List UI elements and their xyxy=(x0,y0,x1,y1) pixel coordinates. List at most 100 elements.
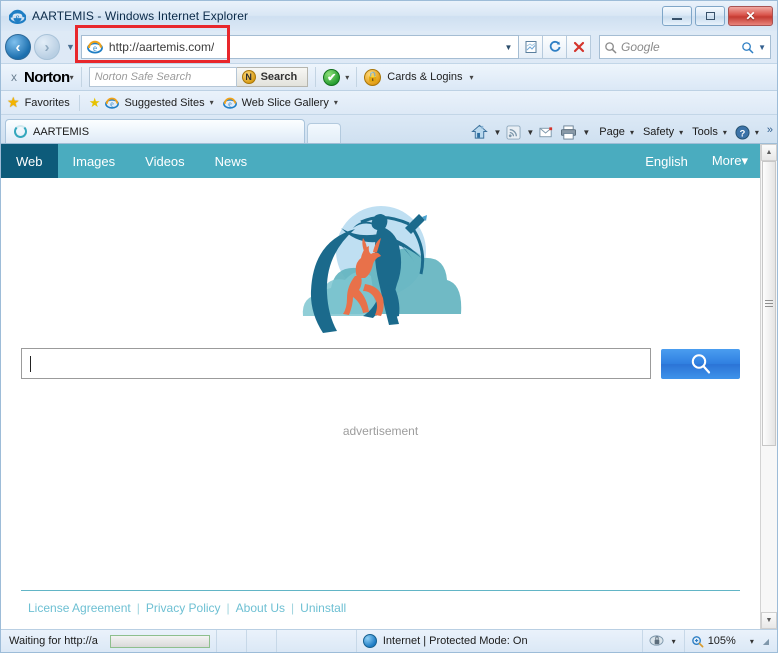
norton-search-button[interactable]: N Search xyxy=(236,67,309,87)
web-slice-gallery-label[interactable]: Web Slice Gallery xyxy=(242,97,329,109)
toolbar-divider-3 xyxy=(356,67,358,87)
home-icon[interactable] xyxy=(471,124,489,140)
favorites-bar: ★ Favorites ★ e Suggested Sites ▾ e Web … xyxy=(1,91,777,115)
status-spacer-1 xyxy=(217,630,247,652)
safety-menu-caret-icon[interactable]: ▾ xyxy=(677,128,685,137)
site-tab-images[interactable]: Images xyxy=(58,144,131,178)
favorites-button[interactable]: Favorites xyxy=(25,97,70,109)
aartemis-page: Web Images Videos News English More▾ adv… xyxy=(1,144,760,629)
site-search-input[interactable] xyxy=(21,348,651,379)
suggested-sites-label[interactable]: Suggested Sites xyxy=(124,97,204,109)
scrollbar-grip-icon xyxy=(765,298,773,309)
footer-separator-1: | xyxy=(136,601,140,615)
minimize-button[interactable] xyxy=(662,6,692,26)
norton-search-input[interactable]: Norton Safe Search xyxy=(88,67,237,87)
safety-menu[interactable]: Safety xyxy=(643,126,674,138)
title-bar: e AARTEMIS - Windows Internet Explorer ✕ xyxy=(1,1,777,31)
vertical-scrollbar[interactable]: ▲ ▼ xyxy=(760,144,777,629)
lock-icon: 🔒 xyxy=(364,68,382,86)
norton-search-button-label: Search xyxy=(260,71,298,83)
search-provider-dropdown[interactable]: ▼ xyxy=(758,43,766,52)
privacy-report-cell[interactable]: ▾ xyxy=(643,630,685,652)
tools-menu-caret-icon[interactable]: ▾ xyxy=(721,128,729,137)
progress-cell xyxy=(104,630,217,652)
home-caret-icon[interactable]: ▼ xyxy=(491,128,503,137)
resize-grip-icon[interactable]: ◢ xyxy=(763,637,769,646)
footer-separator-2: | xyxy=(226,601,230,615)
help-caret-icon[interactable]: ▾ xyxy=(753,128,761,137)
about-us-link[interactable]: About Us xyxy=(236,601,285,615)
address-bar-row: ‹ › ▼ e http://aartemis.com/ ▼ Google ▼ xyxy=(1,25,777,63)
suggested-sites-icon: e xyxy=(105,97,120,109)
address-input[interactable]: e http://aartemis.com/ xyxy=(80,35,499,59)
norton-status-caret-icon[interactable]: ▾ xyxy=(345,73,349,82)
suggested-sites-caret-icon[interactable]: ▾ xyxy=(210,98,214,107)
address-bar-container: e http://aartemis.com/ ▼ xyxy=(74,25,591,63)
scroll-up-button[interactable]: ▲ xyxy=(761,144,777,161)
status-spacer-3 xyxy=(277,630,357,652)
forward-button[interactable]: › xyxy=(34,34,60,60)
back-button[interactable]: ‹ xyxy=(5,34,31,60)
recent-pages-button[interactable]: ▼ xyxy=(63,42,78,52)
norton-brand-label: Norton xyxy=(24,68,70,86)
privacy-policy-link[interactable]: Privacy Policy xyxy=(146,601,221,615)
stop-button[interactable] xyxy=(567,35,591,59)
norton-brand-caret-icon[interactable]: ▾ xyxy=(70,73,74,82)
scrollbar-thumb[interactable] xyxy=(762,161,776,446)
close-icon: ✕ xyxy=(745,9,756,23)
close-button[interactable]: ✕ xyxy=(728,6,773,26)
new-tab-button[interactable] xyxy=(307,123,341,143)
status-bar: Waiting for http://a Internet | Protecte… xyxy=(1,629,777,652)
ie-search-placeholder: Google xyxy=(621,40,660,54)
cards-logins-caret-icon[interactable]: ▾ xyxy=(470,73,474,82)
privacy-caret-icon[interactable]: ▾ xyxy=(670,637,678,646)
site-tab-videos[interactable]: Videos xyxy=(130,144,200,178)
zoom-caret-icon[interactable]: ▾ xyxy=(748,637,756,646)
tools-menu[interactable]: Tools xyxy=(692,126,718,138)
language-selector[interactable]: English xyxy=(633,144,700,178)
ie-search-box[interactable]: Google ▼ xyxy=(599,35,771,59)
norton-close-button[interactable]: x xyxy=(7,70,24,84)
web-slice-gallery-caret-icon[interactable]: ▾ xyxy=(334,98,338,107)
window-title: AARTEMIS - Windows Internet Explorer xyxy=(32,9,249,23)
search-go-icon xyxy=(742,41,754,53)
scrollbar-track[interactable] xyxy=(761,161,777,612)
web-slice-gallery-icon: e xyxy=(222,97,237,109)
svg-text:e: e xyxy=(111,99,115,108)
feeds-icon[interactable] xyxy=(506,124,521,140)
command-bar-overflow-button[interactable]: » xyxy=(764,124,773,136)
site-tab-web[interactable]: Web xyxy=(1,144,58,178)
footer-separator-3: | xyxy=(291,601,295,615)
page-menu[interactable]: Page xyxy=(599,126,625,138)
status-message-cell: Waiting for http://a xyxy=(3,630,104,652)
uninstall-link[interactable]: Uninstall xyxy=(300,601,346,615)
more-menu[interactable]: More▾ xyxy=(700,144,760,178)
zoom-cell[interactable]: 105% ▾ ◢ xyxy=(685,630,775,652)
browser-tab[interactable]: AARTEMIS xyxy=(5,119,305,143)
security-zone-cell[interactable]: Internet | Protected Mode: On xyxy=(357,630,643,652)
print-icon[interactable] xyxy=(560,124,577,140)
site-footer: License Agreement | Privacy Policy | Abo… xyxy=(1,590,760,629)
page-menu-caret-icon[interactable]: ▾ xyxy=(628,128,636,137)
browser-window: e AARTEMIS - Windows Internet Explorer ✕… xyxy=(0,0,778,653)
site-search-button[interactable] xyxy=(661,348,740,379)
compatibility-view-button[interactable] xyxy=(519,35,543,59)
svg-text:e: e xyxy=(16,11,20,21)
site-tab-news[interactable]: News xyxy=(200,144,263,178)
print-caret-icon[interactable]: ▼ xyxy=(580,128,592,137)
norton-toolbar: x Norton ▾ Norton Safe Search N Search ✔… xyxy=(1,63,777,91)
cards-logins-label[interactable]: Cards & Logins xyxy=(387,71,462,83)
norton-safe-status-icon[interactable]: ✔ xyxy=(323,68,341,86)
feeds-caret-icon[interactable]: ▼ xyxy=(524,128,536,137)
refresh-button[interactable] xyxy=(543,35,567,59)
scroll-down-button[interactable]: ▼ xyxy=(761,612,777,629)
mail-icon[interactable] xyxy=(539,126,554,139)
zoom-icon xyxy=(691,635,704,647)
help-icon[interactable]: ? xyxy=(735,124,750,140)
license-agreement-link[interactable]: License Agreement xyxy=(28,601,131,615)
tab-loading-icon xyxy=(14,125,27,138)
maximize-button[interactable] xyxy=(695,6,725,26)
address-dropdown-button[interactable]: ▼ xyxy=(499,35,519,59)
add-to-favorites-bar-icon[interactable]: ★ xyxy=(89,95,101,111)
stop-icon xyxy=(573,41,584,53)
